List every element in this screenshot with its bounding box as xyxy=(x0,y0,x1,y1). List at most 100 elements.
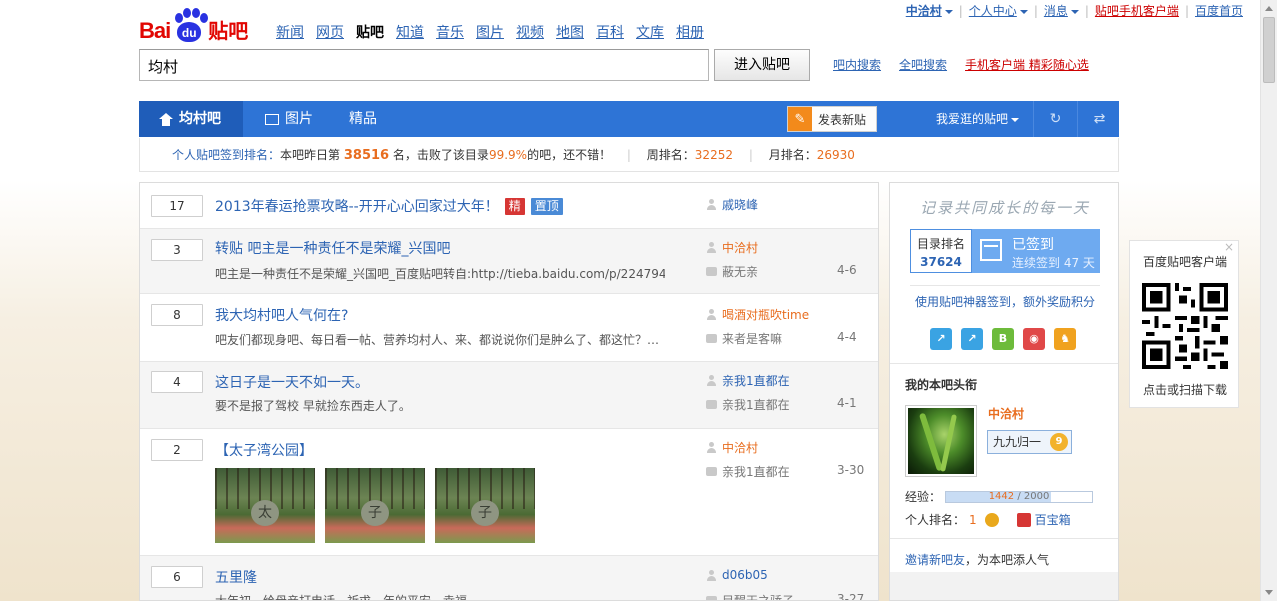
last-reply[interactable]: 目醒天之骄子 xyxy=(706,592,794,600)
last-reply-name[interactable]: 亲我1直都在 xyxy=(722,396,790,413)
thread-date: 4-1 xyxy=(837,396,857,410)
qr-code-icon[interactable] xyxy=(1142,283,1228,369)
catalog-rank-box[interactable]: 目录排名 37624 xyxy=(910,229,972,273)
nav-map[interactable]: 地图 xyxy=(556,22,584,42)
username-menu[interactable]: 中洽村 xyxy=(900,2,959,19)
thread-title[interactable]: 【太子湾公园】 xyxy=(215,440,313,460)
thread-author[interactable]: 中洽村 xyxy=(706,439,758,456)
thread-title[interactable]: 这日子是一天不如一天。 xyxy=(215,372,369,392)
thread-image[interactable]: 太 xyxy=(215,468,315,543)
messages-menu[interactable]: 消息 xyxy=(1038,2,1085,19)
mobile-client-link[interactable]: 贴吧手机客户端 xyxy=(1089,2,1185,19)
nav-zhidao[interactable]: 知道 xyxy=(396,22,424,42)
mascot-app-icon[interactable]: ♞ xyxy=(1054,328,1076,350)
tab-featured[interactable]: 精品 xyxy=(329,101,397,137)
nav-news[interactable]: 新闻 xyxy=(276,22,304,42)
thread-image[interactable]: 子 xyxy=(435,468,535,543)
treasure-box-link[interactable]: 百宝箱 xyxy=(1035,511,1071,528)
favorite-bars-menu[interactable]: 我爱逛的贴吧 xyxy=(936,101,1020,137)
reply-count: 2 xyxy=(151,439,203,461)
thread-title[interactable]: 五里隆 xyxy=(215,567,257,587)
switch-icon[interactable]: ⇄ xyxy=(1077,101,1121,137)
nav-images[interactable]: 图片 xyxy=(476,22,504,42)
author-name[interactable]: 中洽村 xyxy=(722,239,758,256)
thread-row[interactable]: 3 转贴 吧主是一种责任不是荣耀_兴国吧 吧主是一种责任不是荣耀_兴国吧_百度贴… xyxy=(140,229,878,294)
scroll-thumb[interactable] xyxy=(1263,17,1275,83)
nav-album[interactable]: 相册 xyxy=(676,22,704,42)
thread-row[interactable]: 17 2013年春运抢票攻略--开开心心回家过大年！ 精置顶 戚晓峰 xyxy=(140,183,878,229)
thread-abstract: 吧主是一种责任不是荣耀_兴国吧_百度贴吧转自:http://tieba.baid… xyxy=(215,267,665,281)
author-name[interactable]: 亲我1直都在 xyxy=(722,372,790,389)
last-reply-name[interactable]: 蔽无亲 xyxy=(722,263,758,280)
nav-web[interactable]: 网页 xyxy=(316,22,344,42)
last-reply[interactable]: 蔽无亲 xyxy=(706,263,758,280)
search-all-link[interactable]: 全吧搜索 xyxy=(899,56,947,73)
thread-date: 4-6 xyxy=(837,263,857,277)
refresh-icon[interactable]: ↻ xyxy=(1033,101,1077,137)
thread-row[interactable]: 6 五里隆 大年初一给母亲打电话，祈求一年的平安、幸福。 d06b05 目醒天之… xyxy=(140,556,878,600)
author-name[interactable]: d06b05 xyxy=(722,568,768,582)
page-scrollbar[interactable] xyxy=(1260,0,1277,601)
thread-author[interactable]: 喝酒对瓶吹time xyxy=(706,306,809,323)
arrow-app-icon[interactable]: ↗ xyxy=(930,328,952,350)
nav-video[interactable]: 视频 xyxy=(516,22,544,42)
target-app-icon[interactable]: ◉ xyxy=(1023,328,1045,350)
new-post-button[interactable]: ✎ 发表新贴 xyxy=(787,106,877,132)
avatar[interactable] xyxy=(905,405,977,477)
thread-row[interactable]: 4 这日子是一天不如一天。 要不是报了驾校 早就捡东西走人了。 亲我1直都在 亲… xyxy=(140,362,878,429)
thread-title[interactable]: 转贴 吧主是一种责任不是荣耀_兴国吧 xyxy=(215,238,450,258)
signed-in-button[interactable]: 已签到 连续签到 47 天 xyxy=(972,229,1100,273)
thread-row[interactable]: 2 【太子湾公园】 中洽村 亲我1直都在 3-30 太 子 子 xyxy=(140,429,878,556)
mobile-promo-link[interactable]: 手机客户端 精彩随心选 xyxy=(965,56,1089,73)
thread-row[interactable]: 8 我大均村吧人气何在? 吧友们都现身吧、每日看一帖、营养均村人、来、都说说你们… xyxy=(140,294,878,362)
invite-friends-link[interactable]: 邀请新吧友 xyxy=(905,553,965,567)
last-reply-name[interactable]: 亲我1直都在 xyxy=(722,463,790,480)
qr-download-panel[interactable]: × 百度贴吧客户端 点击或扫描下载 xyxy=(1129,240,1239,408)
baidu-tieba-logo[interactable]: Bai du 贴吧 xyxy=(139,4,248,44)
nav-baike[interactable]: 百科 xyxy=(596,22,624,42)
thread-author[interactable]: d06b05 xyxy=(706,568,768,582)
new-post-label: 发表新贴 xyxy=(818,112,867,127)
avatar-image xyxy=(908,408,974,474)
b-app-icon[interactable]: B xyxy=(992,328,1014,350)
personal-center-menu[interactable]: 个人中心 xyxy=(963,2,1034,19)
nav-tieba[interactable]: 贴吧 xyxy=(356,22,384,42)
signin-tool-link[interactable]: 使用贴吧神器签到，额外奖励积分 xyxy=(890,293,1118,310)
thread-author[interactable]: 中洽村 xyxy=(706,239,758,256)
profile-username[interactable]: 中洽村 xyxy=(988,405,1024,422)
tab-pictures[interactable]: 图片 xyxy=(245,101,333,137)
search-in-bar-link[interactable]: 吧内搜索 xyxy=(833,56,881,73)
scroll-down-icon[interactable] xyxy=(1265,590,1273,595)
rank-label[interactable]: 个人贴吧签到排名： xyxy=(172,148,280,162)
author-name[interactable]: 喝酒对瓶吹time xyxy=(722,306,809,323)
author-name[interactable]: 中洽村 xyxy=(722,439,758,456)
thread-image[interactable]: 子 xyxy=(325,468,425,543)
last-reply[interactable]: 亲我1直都在 xyxy=(706,463,790,480)
last-reply-name[interactable]: 来者是客嘛 xyxy=(722,330,782,347)
enter-tieba-button[interactable]: 进入贴吧 xyxy=(714,49,810,81)
signed-label: 已签到 xyxy=(1012,237,1054,253)
medal-icon[interactable] xyxy=(984,512,999,527)
thread-title-text[interactable]: 2013年春运抢票攻略--开开心心回家过大年！ xyxy=(215,199,499,215)
close-icon[interactable]: × xyxy=(1224,240,1234,254)
search-input[interactable]: 均村 xyxy=(139,49,709,81)
thread-title[interactable]: 我大均村吧人气何在? xyxy=(215,305,348,325)
nav-music[interactable]: 音乐 xyxy=(436,22,464,42)
tab-home[interactable]: 均村吧 xyxy=(139,101,243,137)
arrow-app-icon[interactable]: ↗ xyxy=(961,328,983,350)
level-badge[interactable]: 九九归一 9 xyxy=(987,430,1072,454)
scroll-up-icon[interactable] xyxy=(1265,6,1273,11)
author-name[interactable]: 戚晓峰 xyxy=(722,196,758,213)
baidu-home-link[interactable]: 百度首页 xyxy=(1189,2,1249,19)
last-reply-name[interactable]: 目醒天之骄子 xyxy=(722,592,794,600)
comment-icon xyxy=(706,267,717,276)
last-reply[interactable]: 亲我1直都在 xyxy=(706,396,790,413)
nav-wenku[interactable]: 文库 xyxy=(636,22,664,42)
thread-title[interactable]: 2013年春运抢票攻略--开开心心回家过大年！ 精置顶 xyxy=(215,196,563,216)
last-reply[interactable]: 来者是客嘛 xyxy=(706,330,782,347)
thread-author[interactable]: 戚晓峰 xyxy=(706,196,758,213)
thread-author[interactable]: 亲我1直都在 xyxy=(706,372,790,389)
thread-list: 17 2013年春运抢票攻略--开开心心回家过大年！ 精置顶 戚晓峰 3 转贴 吧… xyxy=(139,182,879,601)
picture-icon xyxy=(265,113,279,125)
reply-count: 3 xyxy=(151,239,203,261)
